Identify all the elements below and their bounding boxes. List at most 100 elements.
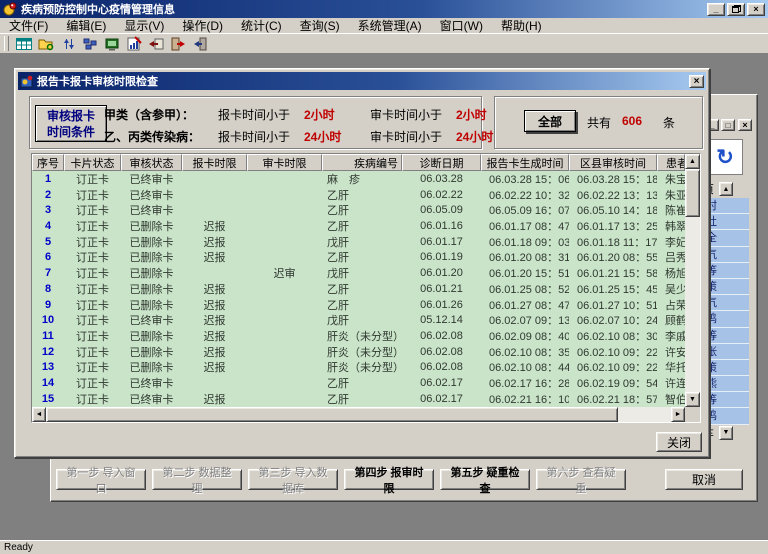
menu-item-1[interactable]: 编辑(E) bbox=[57, 17, 115, 34]
menu-item-4[interactable]: 统计(C) bbox=[232, 17, 291, 34]
cell: 乙肝 bbox=[322, 249, 402, 265]
column-header-6[interactable]: 诊断日期 bbox=[402, 154, 481, 171]
column-header-3[interactable]: 报卡时限 bbox=[182, 154, 247, 171]
stepper-close-button[interactable]: × bbox=[738, 119, 752, 131]
column-header-9[interactable]: 患者 bbox=[657, 154, 685, 171]
column-header-1[interactable]: 卡片状态 bbox=[64, 154, 121, 171]
v-scroll-thumb[interactable] bbox=[685, 169, 700, 217]
dialog-close-icon[interactable]: × bbox=[689, 75, 704, 88]
toolbar-button-open-folder[interactable] bbox=[35, 35, 57, 53]
table-body: 1订正卡已终审卡麻 疹06.03.2806.03.28 15：0606.03.2… bbox=[32, 171, 700, 407]
cell: 戊肝 bbox=[322, 265, 402, 281]
column-header-0[interactable]: 序号 bbox=[32, 154, 64, 171]
table-row[interactable]: 4订正卡已删除卡迟报乙肝06.01.1606.01.17 08：4706.01.… bbox=[32, 218, 700, 234]
summary-group: 全部 共有 606 条 bbox=[494, 96, 703, 149]
step-button-4[interactable]: 第四步 报审时限 bbox=[344, 469, 434, 490]
table-row[interactable]: 9订正卡已删除卡迟报乙肝06.01.2606.01.27 08：4706.01.… bbox=[32, 297, 700, 313]
column-header-8[interactable]: 区县审核时间 bbox=[569, 154, 657, 171]
toolbar-button-arrange-cards[interactable] bbox=[79, 35, 101, 53]
scroll-left-icon[interactable]: ◄ bbox=[32, 407, 46, 422]
table-row[interactable]: 13订正卡已删除卡迟报肝炎（未分型）06.02.0806.02.10 08：44… bbox=[32, 360, 700, 376]
step-button-1[interactable]: 第一步 导入窗口 bbox=[56, 469, 146, 490]
cell: 迟报 bbox=[182, 297, 247, 313]
close-button[interactable]: × bbox=[747, 3, 765, 16]
table-row[interactable]: 3订正卡已终审卡乙肝06.05.0906.05.09 16：0706.05.10… bbox=[32, 202, 700, 218]
table-row[interactable]: 8订正卡已删除卡迟报乙肝06.01.2106.01.25 08：5206.01.… bbox=[32, 281, 700, 297]
table-row[interactable]: 2订正卡已终审卡乙肝06.02.2206.02.22 10：3206.02.22… bbox=[32, 187, 700, 203]
restore-button[interactable] bbox=[727, 3, 745, 16]
table-row[interactable]: 15订正卡已终审卡迟报乙肝06.02.1706.02.21 16：1006.02… bbox=[32, 391, 700, 407]
toolbar-grip[interactable] bbox=[4, 36, 9, 51]
restore-icon bbox=[732, 5, 741, 13]
scroll-right-icon[interactable]: ► bbox=[671, 407, 685, 422]
h-scroll-thumb[interactable] bbox=[46, 407, 618, 422]
cell: 06.01.21 15：58 bbox=[569, 265, 657, 281]
column-header-4[interactable]: 审卡时限 bbox=[247, 154, 322, 171]
menu-item-7[interactable]: 窗口(W) bbox=[431, 17, 492, 34]
time-condition-button[interactable]: 审核报卡 时间条件 bbox=[35, 105, 107, 142]
menu-item-6[interactable]: 系统管理(A) bbox=[349, 17, 431, 34]
cell: 李妃 bbox=[657, 234, 685, 250]
menu-item-8[interactable]: 帮助(H) bbox=[492, 17, 551, 34]
table-row[interactable]: 11订正卡已删除卡迟报肝炎（未分型）06.02.0806.02.09 08：40… bbox=[32, 328, 700, 344]
menu-item-2[interactable]: 显示(V) bbox=[115, 17, 173, 34]
cell: 迟报 bbox=[182, 312, 247, 328]
cell: 06.01.25 08：52 bbox=[481, 281, 569, 297]
refresh-tile-button[interactable]: ↻ bbox=[707, 139, 743, 175]
column-header-7[interactable]: 报告卡生成时间 bbox=[481, 154, 569, 171]
toolbar-button-terminal[interactable] bbox=[101, 35, 123, 53]
side-scroll-down-icon[interactable]: ▼ bbox=[719, 426, 733, 440]
toolbar-button-sort-filter[interactable] bbox=[57, 35, 79, 53]
table-row[interactable]: 1订正卡已终审卡麻 疹06.03.2806.03.28 15：0606.03.2… bbox=[32, 171, 700, 187]
review-limit-label: 审卡时间小于 bbox=[370, 128, 456, 145]
cell: 11 bbox=[32, 330, 64, 342]
menu-item-3[interactable]: 操作(D) bbox=[173, 17, 232, 34]
table-row[interactable]: 7订正卡已删除卡迟审戊肝06.01.2006.01.20 15：5106.01.… bbox=[32, 265, 700, 281]
table-row[interactable]: 10订正卡已终审卡迟报戊肝05.12.1406.02.07 09：1306.02… bbox=[32, 312, 700, 328]
table-row[interactable]: 12订正卡已删除卡迟报肝炎（未分型）06.02.0806.02.10 08：35… bbox=[32, 344, 700, 360]
scroll-up-icon[interactable]: ▲ bbox=[685, 154, 700, 169]
cell: 吕秀 bbox=[657, 249, 685, 265]
cell: 迟审 bbox=[247, 265, 322, 281]
cell: 订正卡 bbox=[64, 218, 121, 234]
cell: 许连 bbox=[657, 375, 685, 391]
step-button-6[interactable]: 第六步 查看疑重 bbox=[536, 469, 626, 490]
cell: 5 bbox=[32, 236, 64, 248]
vertical-scrollbar[interactable]: ▲ ▼ bbox=[685, 154, 700, 407]
toolbar-button-grid-table[interactable] bbox=[13, 35, 35, 53]
stepper-maximize-button[interactable]: □ bbox=[721, 119, 735, 131]
cell: 06.02.08 bbox=[402, 361, 481, 373]
all-button[interactable]: 全部 bbox=[524, 110, 576, 132]
column-header-2[interactable]: 审核状态 bbox=[121, 154, 182, 171]
toolbar-button-exit-app[interactable] bbox=[189, 35, 211, 53]
table-row[interactable]: 6订正卡已删除卡迟报乙肝06.01.1906.01.20 08：3106.01.… bbox=[32, 250, 700, 266]
step-button-3[interactable]: 第三步 导入数据库 bbox=[248, 469, 338, 490]
cell: 05.12.14 bbox=[402, 314, 481, 326]
column-header-5[interactable]: 疾病编号 bbox=[322, 154, 402, 171]
cell: 乙肝 bbox=[322, 297, 402, 313]
cell: 顾鹤 bbox=[657, 312, 685, 328]
toolbar-button-chart-edit[interactable] bbox=[123, 35, 145, 53]
side-scroll-up-icon[interactable]: ▲ bbox=[719, 182, 733, 196]
cell: 06.01.16 bbox=[402, 220, 481, 232]
minimize-button[interactable]: _ bbox=[707, 3, 725, 16]
cancel-button[interactable]: 取消 bbox=[665, 469, 743, 490]
cell: 戊肝 bbox=[322, 312, 402, 328]
dialog-icon bbox=[20, 75, 33, 88]
cell: 肝炎（未分型） bbox=[322, 359, 402, 375]
category-label: 甲类（含参甲）： bbox=[104, 106, 218, 123]
menu-item-0[interactable]: 文件(F) bbox=[0, 17, 57, 34]
scroll-down-icon[interactable]: ▼ bbox=[685, 392, 700, 407]
table-row[interactable]: 5订正卡已删除卡迟报戊肝06.01.1706.01.18 09：0306.01.… bbox=[32, 234, 700, 250]
step-button-5[interactable]: 第五步 疑重检查 bbox=[440, 469, 530, 490]
toolbar-button-import-card[interactable] bbox=[145, 35, 167, 53]
menu-item-5[interactable]: 查询(S) bbox=[291, 17, 349, 34]
condition-group: 审核报卡 时间条件 甲类（含参甲）：报卡时间小于2小时审卡时间小于2小时乙、丙类… bbox=[29, 96, 482, 149]
toolbar-button-export-door[interactable] bbox=[167, 35, 189, 53]
table-row[interactable]: 14订正卡已终审卡乙肝06.02.1706.02.17 16：2806.02.1… bbox=[32, 375, 700, 391]
dialog-close-action-button[interactable]: 关闭 bbox=[656, 432, 702, 452]
cell: 已终审卡 bbox=[121, 187, 182, 203]
cell: 乙肝 bbox=[322, 202, 402, 218]
horizontal-scrollbar[interactable]: ◄ ► bbox=[32, 407, 685, 422]
step-button-2[interactable]: 第二步 数据整理 bbox=[152, 469, 242, 490]
